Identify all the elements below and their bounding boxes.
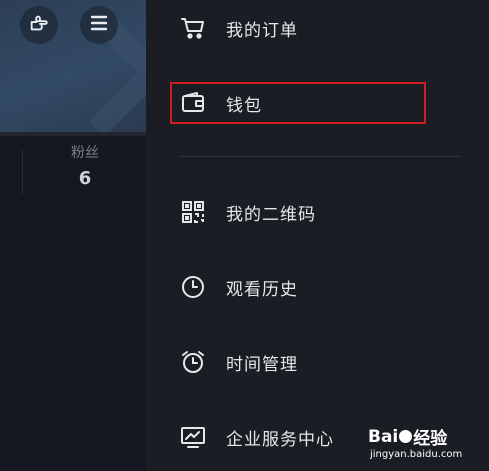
menu-label-enterprise: 企业服务中心 — [226, 429, 334, 450]
qrcode-icon — [180, 199, 206, 225]
watermark-brand-suffix: 经验 — [413, 429, 448, 449]
clock-icon — [180, 274, 206, 300]
cart-icon — [180, 15, 206, 41]
wallet-highlight-box — [170, 82, 426, 124]
profile-divider — [0, 132, 146, 136]
menu-item-history[interactable]: 观看历史 — [170, 267, 450, 307]
paw-icon — [399, 430, 413, 443]
menu-label-history: 观看历史 — [226, 279, 298, 300]
menu-label-time-management: 时间管理 — [226, 354, 298, 375]
hamburger-icon — [89, 13, 109, 37]
gesture-button[interactable] — [20, 6, 58, 44]
menu-button[interactable] — [80, 6, 118, 44]
menu-item-qrcode[interactable]: 我的二维码 — [170, 192, 450, 232]
monitor-chart-icon — [180, 424, 206, 450]
menu-item-orders[interactable]: 我的订单 — [170, 8, 450, 48]
left-panel: 粉丝 6 — [0, 0, 146, 471]
profile-header — [0, 0, 146, 132]
menu-divider — [180, 156, 460, 157]
pointing-hand-icon — [28, 12, 50, 38]
watermark-brand-prefix: Bai — [368, 426, 399, 447]
fans-count[interactable]: 6 — [22, 168, 148, 189]
watermark-url: jingyan.baidu.com — [370, 449, 463, 460]
menu-label-qrcode: 我的二维码 — [226, 204, 316, 225]
baidu-jingyan-watermark: Bai 经验 jingyan.baidu.com — [368, 424, 486, 468]
alarm-clock-icon — [180, 349, 206, 375]
menu-label-orders: 我的订单 — [226, 20, 298, 41]
fans-label[interactable]: 粉丝 — [22, 142, 148, 162]
menu-item-time-management[interactable]: 时间管理 — [170, 342, 450, 382]
